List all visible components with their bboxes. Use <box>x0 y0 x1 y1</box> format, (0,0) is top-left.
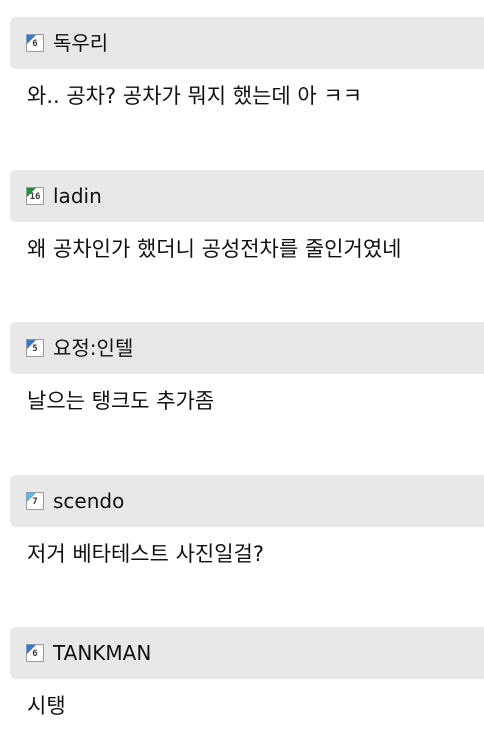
username[interactable]: ladin <box>53 184 102 208</box>
level-number: 16 <box>29 192 41 202</box>
comment-text: 날으는 탱크도 추가좀 <box>27 389 215 413</box>
comment-text: 시탱 <box>27 694 66 718</box>
comment-header: 6 TANKMAN <box>10 627 484 679</box>
comment-header: 6 독우리 <box>10 17 484 69</box>
level-number: 6 <box>32 649 38 659</box>
level-number: 6 <box>32 39 38 49</box>
comment-list: 6 독우리 와.. 공차? 공차가 뭐지 했는데 아 ㅋㅋ 16 ladin 왜… <box>0 0 484 745</box>
level-badge-icon: 6 <box>26 644 44 662</box>
level-badge-icon: 16 <box>26 187 44 205</box>
username[interactable]: TANKMAN <box>53 641 151 665</box>
level-badge-icon: 5 <box>26 339 44 357</box>
username[interactable]: 요정:인텔 <box>53 336 133 360</box>
comment-header: 16 ladin <box>10 170 484 222</box>
username[interactable]: scendo <box>53 489 124 513</box>
level-badge-icon: 7 <box>26 492 44 510</box>
comment-text: 저거 베타테스트 사진일걸? <box>27 542 265 566</box>
comment-text: 왜 공차인가 했더니 공성전차를 줄인거였네 <box>27 237 402 261</box>
level-number: 7 <box>32 497 38 507</box>
level-number: 5 <box>32 344 38 354</box>
username[interactable]: 독우리 <box>53 31 108 55</box>
comment-header: 7 scendo <box>10 475 484 527</box>
level-badge-icon: 6 <box>26 34 44 52</box>
comment-header: 5 요정:인텔 <box>10 322 484 374</box>
comment-text: 와.. 공차? 공차가 뭐지 했는데 아 ㅋㅋ <box>27 84 363 108</box>
